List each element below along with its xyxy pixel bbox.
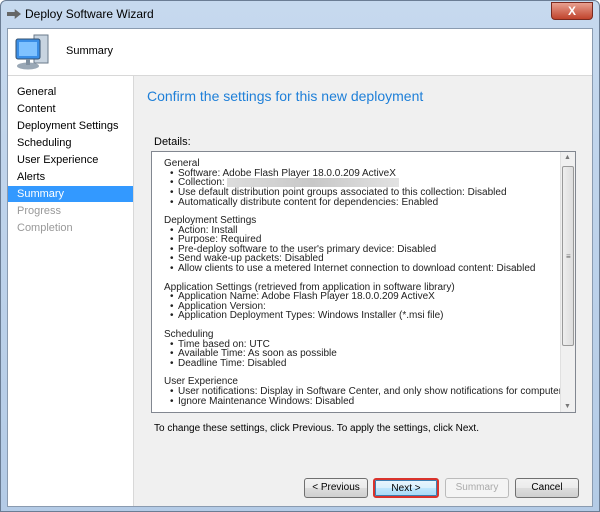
computer-icon: [15, 34, 49, 70]
redacted-value: [227, 178, 400, 188]
detail-text: Allow clients to use a metered Internet …: [178, 263, 536, 275]
detail-text: Application Deployment Types: Windows In…: [178, 310, 444, 322]
close-button[interactable]: X: [551, 2, 593, 20]
header-title: Summary: [66, 45, 114, 57]
step-summary[interactable]: Summary: [8, 186, 133, 202]
details-label: Details:: [154, 136, 191, 148]
detail-text: Ignore Maintenance Windows: Disabled: [178, 395, 355, 407]
scroll-thumb[interactable]: ≡: [562, 166, 574, 346]
details-section: Deployment SettingsAction: InstallPurpos…: [164, 216, 559, 274]
wizard-client: Summary General Content Deployment Setti…: [7, 28, 593, 507]
next-button[interactable]: Next >: [373, 478, 439, 498]
vertical-scrollbar[interactable]: ▲ ≡ ▼: [560, 152, 575, 412]
wizard-header: Summary: [8, 29, 592, 76]
detail-text: Automatically distribute content for dep…: [178, 196, 439, 208]
title-bar: Deploy Software Wizard X: [1, 1, 599, 29]
wizard-steps: General Content Deployment Settings Sche…: [8, 76, 134, 506]
grip-icon: ≡: [566, 252, 571, 261]
detail-text: Deadline Time: Disabled: [178, 357, 287, 369]
step-scheduling[interactable]: Scheduling: [8, 135, 133, 151]
detail-item: Automatically distribute content for dep…: [164, 196, 559, 208]
step-alerts[interactable]: Alerts: [8, 169, 133, 185]
step-completion: Completion: [17, 222, 73, 234]
previous-button[interactable]: < Previous: [304, 478, 368, 498]
details-section: SchedulingTime based on: UTCAvailable Ti…: [164, 330, 559, 369]
detail-item: Deadline Time: Disabled: [164, 357, 559, 369]
page-title: Confirm the settings for this new deploy…: [147, 88, 424, 104]
details-content: GeneralSoftware: Adobe Flash Player 18.0…: [164, 159, 575, 412]
wizard-window: Deploy Software Wizard X Summary General…: [0, 0, 600, 512]
instruction-text: To change these settings, click Previous…: [154, 423, 479, 434]
cancel-button[interactable]: Cancel: [515, 478, 579, 498]
arrow-icon: [7, 9, 21, 19]
step-user-experience[interactable]: User Experience: [8, 152, 133, 168]
step-progress: Progress: [17, 205, 62, 217]
window-title: Deploy Software Wizard: [25, 7, 154, 21]
step-content[interactable]: Content: [8, 101, 133, 117]
details-section: GeneralSoftware: Adobe Flash Player 18.0…: [164, 159, 559, 207]
details-section: User ExperienceUser notifications: Displ…: [164, 377, 575, 407]
scroll-up-icon[interactable]: ▲: [564, 154, 571, 161]
detail-item: Allow clients to use a metered Internet …: [164, 264, 559, 274]
detail-item: Ignore Maintenance Windows: Disabled: [164, 395, 559, 407]
step-general[interactable]: General: [8, 84, 133, 100]
step-deployment-settings[interactable]: Deployment Settings: [8, 118, 133, 134]
scroll-down-icon[interactable]: ▼: [564, 403, 571, 410]
details-section: Application Settings (retrieved from app…: [164, 282, 559, 321]
summary-button: Summary: [445, 478, 509, 498]
detail-item: Application Deployment Types: Windows In…: [164, 311, 559, 321]
details-textbox[interactable]: GeneralSoftware: Adobe Flash Player 18.0…: [151, 151, 576, 413]
